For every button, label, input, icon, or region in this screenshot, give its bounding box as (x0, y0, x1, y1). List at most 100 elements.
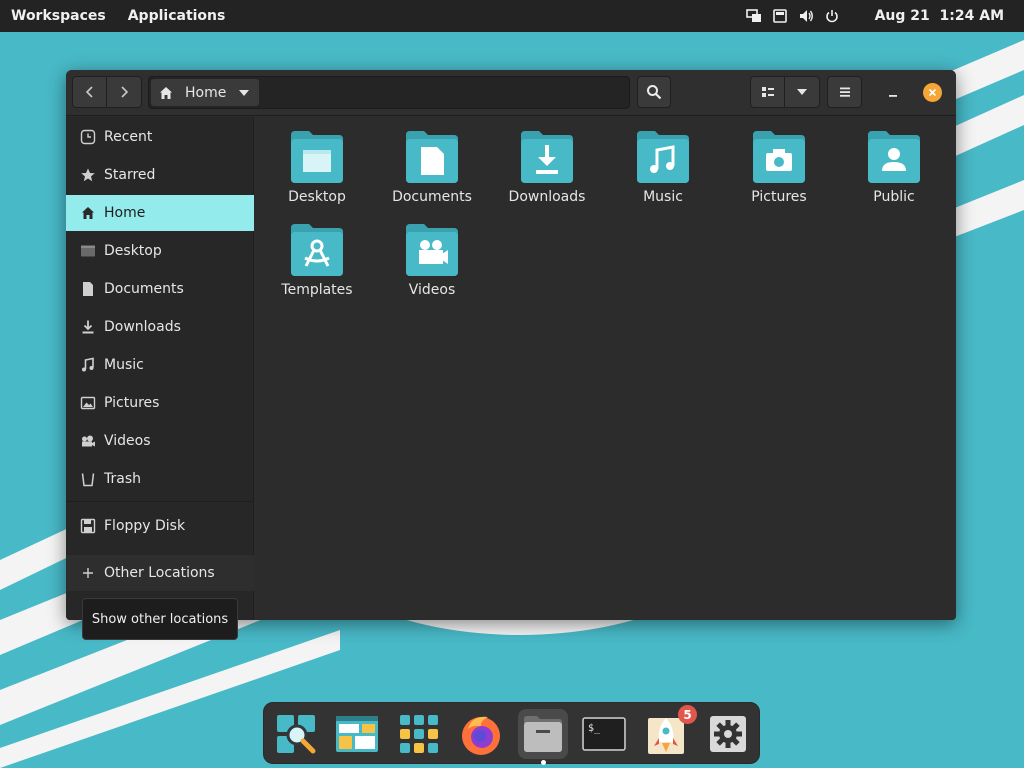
folder-public[interactable]: Public (844, 129, 944, 219)
sidebar-item-label: Other Locations (104, 565, 215, 581)
folder-icon (753, 131, 805, 183)
folder-icon (637, 131, 689, 183)
magnifier-app-icon (277, 715, 316, 754)
notification-badge: 5 (678, 705, 697, 724)
folder-downloads[interactable]: Downloads (497, 129, 597, 219)
view-dropdown-button[interactable] (785, 76, 820, 108)
settings-gear-icon (710, 716, 746, 752)
sidebar-item-label: Pictures (104, 395, 160, 411)
list-view-icon (761, 87, 774, 97)
dock-app-settings[interactable] (703, 709, 753, 759)
dock-app-workspaces[interactable] (332, 709, 382, 759)
hamburger-menu-icon (839, 87, 850, 97)
minimize-icon (889, 95, 897, 97)
clock-icon (80, 129, 96, 145)
sidebar-item-label: Documents (104, 281, 184, 297)
workspaces-app-icon (336, 716, 378, 752)
folder-templates[interactable]: Templates (267, 222, 367, 312)
clock-time: 1:24 AM (939, 8, 1004, 24)
files-app-icon (524, 716, 562, 752)
videos-icon (80, 433, 96, 449)
folder-icon (521, 131, 573, 183)
path-home-label: Home (185, 84, 227, 101)
trash-icon (80, 471, 96, 487)
sidebar-item-videos[interactable]: Videos (66, 423, 254, 459)
sidebar-item-other-locations[interactable]: Other Locations (66, 555, 254, 591)
sidebar-item-pictures[interactable]: Pictures (66, 385, 254, 421)
view-mode-button[interactable] (750, 76, 785, 108)
terminal-icon: $_ (582, 717, 626, 751)
folder-music[interactable]: Music (613, 129, 713, 219)
search-button[interactable] (637, 76, 671, 108)
power-icon[interactable] (819, 0, 845, 32)
sidebar-item-label: Starred (104, 167, 156, 183)
pictures-icon (80, 395, 96, 411)
top-panel: Workspaces Applications Aug 21 1:24 AM (0, 0, 1024, 32)
file-name: Downloads (508, 189, 586, 205)
star-icon (80, 167, 96, 183)
sidebar-item-documents[interactable]: Documents (66, 271, 254, 307)
folder-pictures[interactable]: Pictures (729, 129, 829, 219)
plus-icon (80, 565, 96, 581)
home-icon (160, 86, 172, 99)
keyboard-icon[interactable] (767, 0, 793, 32)
sidebar-item-downloads[interactable]: Downloads (66, 309, 254, 345)
applications-button[interactable]: Applications (117, 0, 237, 32)
desktop-emblem-icon (303, 150, 331, 172)
file-manager-window: Home Recent Starred Home Desktop Documen… (66, 70, 956, 620)
search-icon (647, 85, 662, 100)
sidebar-item-label: Home (104, 205, 146, 221)
folder-desktop[interactable]: Desktop (267, 129, 367, 219)
sidebar-item-starred[interactable]: Starred (66, 157, 254, 193)
desktop-icon (80, 243, 96, 259)
sidebar-item-label: Recent (104, 129, 153, 145)
firefox-icon (462, 716, 500, 755)
sidebar-item-label: Videos (104, 433, 151, 449)
forward-button[interactable] (107, 76, 142, 108)
chevron-right-icon (121, 86, 129, 98)
music-icon (80, 357, 96, 373)
menu-button[interactable] (827, 76, 862, 108)
sidebar: Recent Starred Home Desktop Documents Do… (66, 117, 254, 620)
sidebar-item-label: Desktop (104, 243, 162, 259)
folder-documents[interactable]: Documents (382, 129, 482, 219)
document-emblem-icon (421, 147, 444, 175)
svg-text:$_: $_ (588, 723, 601, 734)
minimize-button[interactable] (881, 81, 905, 105)
chevron-left-icon (85, 86, 93, 98)
dock-app-grid[interactable] (394, 709, 444, 759)
workspaces-button[interactable]: Workspaces (0, 0, 117, 32)
sidebar-item-music[interactable]: Music (66, 347, 254, 383)
path-home-button[interactable]: Home (151, 79, 259, 106)
sidebar-item-trash[interactable]: Trash (66, 461, 254, 497)
sidebar-divider (66, 501, 254, 502)
close-button[interactable] (923, 83, 942, 102)
dock-app-firefox[interactable] (456, 709, 506, 759)
sidebar-item-desktop[interactable]: Desktop (66, 233, 254, 269)
file-name: Music (643, 189, 683, 205)
dock-app-search[interactable] (271, 709, 321, 759)
display-icon[interactable] (741, 0, 767, 32)
sidebar-item-label: Trash (104, 471, 141, 487)
clock[interactable]: Aug 21 1:24 AM (845, 0, 1024, 32)
file-view: Desktop Documents Downloads Music Pictur… (255, 117, 956, 620)
sidebar-item-floppy-disk[interactable]: Floppy Disk (66, 508, 254, 544)
document-icon (80, 281, 96, 297)
folder-icon (291, 224, 343, 276)
folder-videos[interactable]: Videos (382, 222, 482, 312)
sidebar-item-recent[interactable]: Recent (66, 119, 254, 155)
folder-icon (291, 131, 343, 183)
floppy-icon (80, 518, 96, 534)
folder-icon (406, 131, 458, 183)
file-name: Templates (281, 282, 353, 298)
volume-icon[interactable] (793, 0, 819, 32)
dock-app-files[interactable] (518, 709, 568, 759)
sidebar-item-label: Music (104, 357, 144, 373)
back-button[interactable] (72, 76, 107, 108)
chevron-down-icon (239, 89, 250, 96)
file-name: Public (873, 189, 915, 205)
dock-app-terminal[interactable]: $_ (579, 709, 629, 759)
sidebar-item-home[interactable]: Home (66, 195, 254, 231)
chevron-down-icon (797, 89, 807, 95)
location-bar[interactable]: Home (148, 76, 630, 109)
